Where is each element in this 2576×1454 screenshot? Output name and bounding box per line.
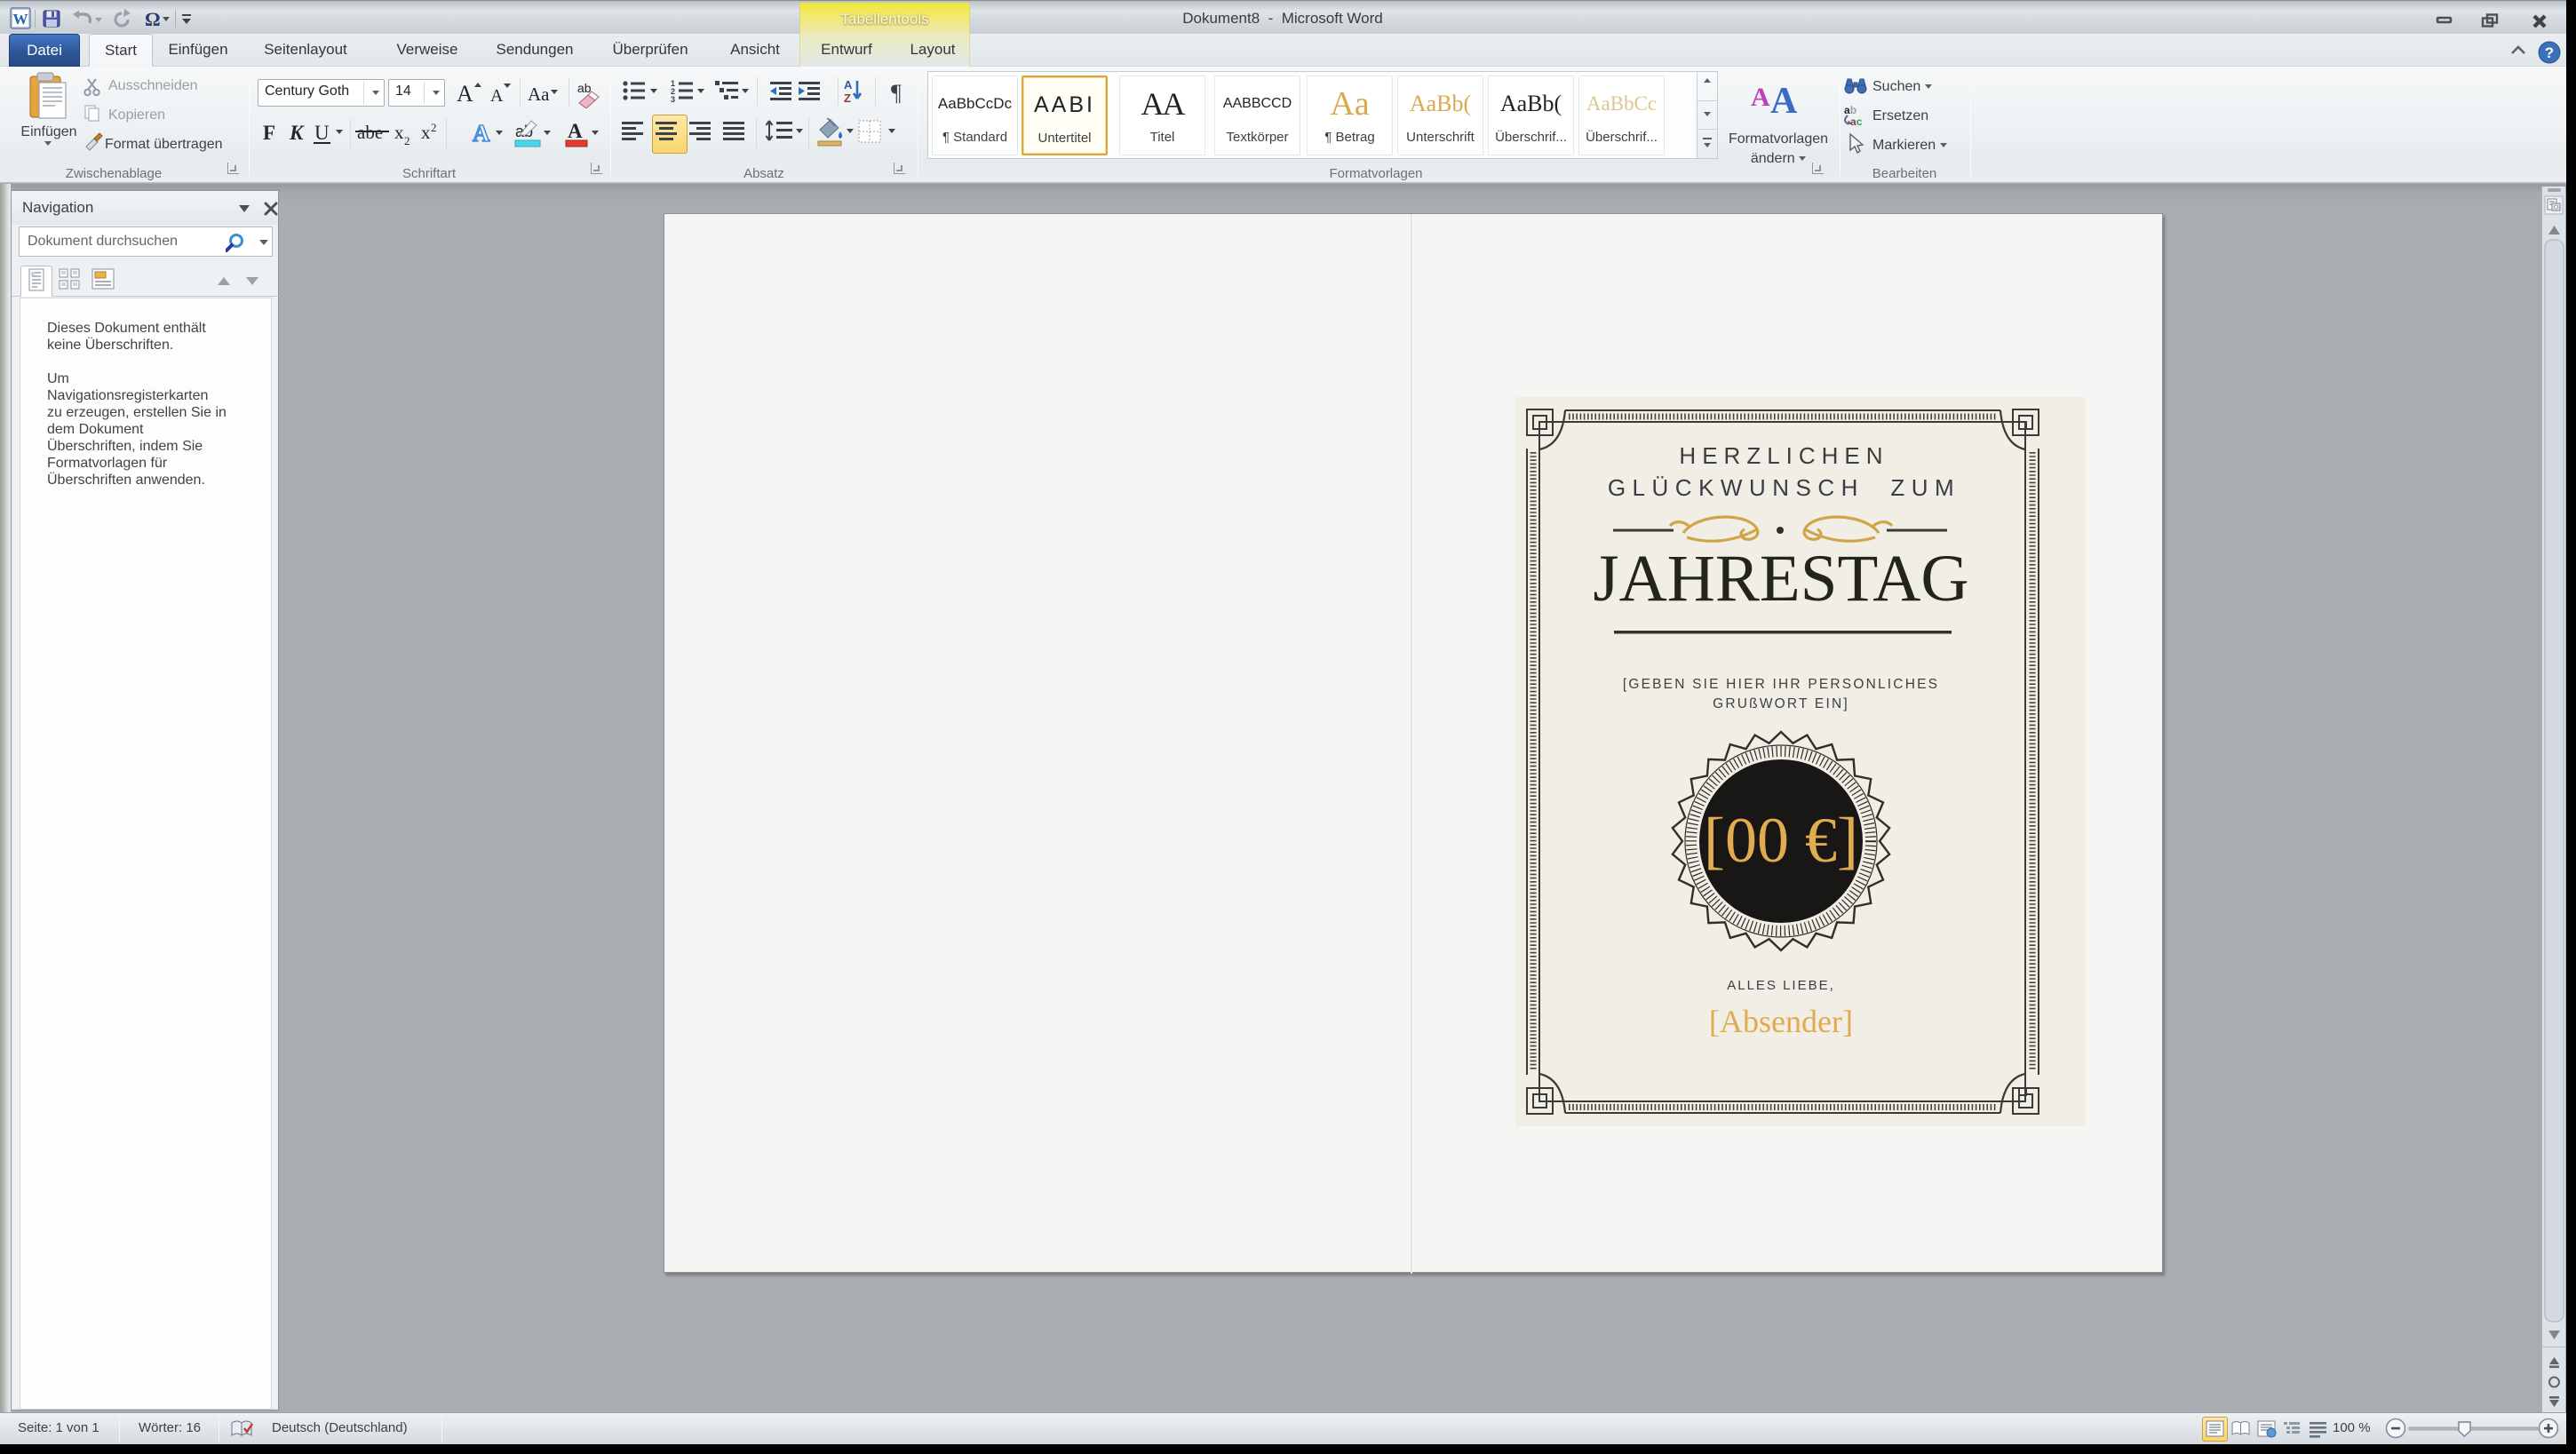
- svg-text:Aa: Aa: [528, 83, 550, 105]
- svg-text:?: ?: [2545, 44, 2554, 61]
- svg-text:A: A: [490, 86, 504, 106]
- svg-text:2: 2: [431, 121, 437, 134]
- svg-text:U: U: [314, 122, 330, 144]
- svg-text:A: A: [568, 120, 583, 142]
- svg-text:A: A: [844, 78, 853, 91]
- svg-text:¶: ¶: [891, 80, 902, 106]
- svg-text:Ω: Ω: [145, 8, 161, 30]
- svg-text:x: x: [421, 122, 431, 143]
- svg-text:K: K: [289, 122, 305, 144]
- svg-text:ac: ac: [1850, 115, 1863, 128]
- svg-text:ab: ab: [577, 81, 592, 95]
- svg-text:W: W: [13, 11, 28, 28]
- svg-text:F: F: [263, 122, 275, 144]
- svg-text:Z: Z: [844, 91, 851, 105]
- svg-text:x: x: [394, 122, 404, 143]
- svg-text:A: A: [1770, 81, 1798, 116]
- svg-text:3: 3: [671, 95, 675, 104]
- svg-text:A: A: [1751, 83, 1770, 112]
- svg-text:ab: ab: [1844, 104, 1856, 116]
- svg-text:A: A: [473, 120, 490, 147]
- svg-text:A: A: [457, 81, 473, 107]
- svg-text:2: 2: [404, 134, 410, 147]
